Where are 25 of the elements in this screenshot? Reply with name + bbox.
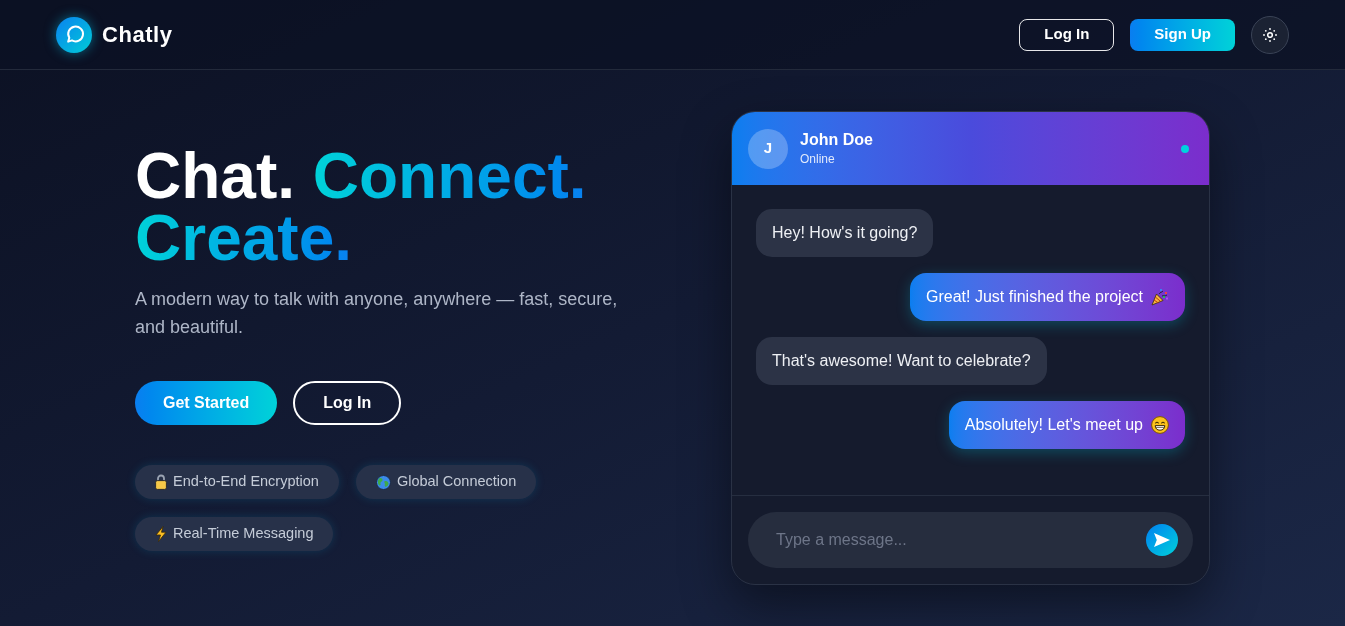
message-text: Hey! How's it going? [772, 223, 918, 243]
message-text: Absolutely! Let's meet up [964, 415, 1143, 435]
chat-bubble-icon [56, 16, 92, 53]
contact-status: Online [800, 150, 835, 168]
lightning-icon [155, 526, 167, 542]
feature-label: End-to-End Encryption [173, 472, 319, 492]
lock-icon [155, 474, 167, 490]
message-text: That's awesome! Want to celebrate? [772, 351, 1031, 371]
hero-subtitle: A modern way to talk with anyone, anywhere — fast, secure, and beautiful. [135, 288, 619, 339]
theme-toggle-button[interactable] [1251, 15, 1289, 54]
hero-headline: Chat. Connect. Create. [135, 145, 588, 269]
feature-label: Real-Time Messaging [173, 524, 314, 544]
grinning-face-icon [1151, 416, 1169, 434]
globe-icon [375, 474, 391, 490]
outline-button[interactable]: Log In [293, 381, 402, 425]
party-popper-icon [1151, 288, 1169, 306]
message-text: Great! Just finished the project [926, 287, 1143, 307]
avatar: J [748, 128, 788, 169]
brand-name: Chatly [102, 21, 173, 49]
outline-button[interactable]: Log In [1019, 18, 1115, 51]
sun-icon [1263, 27, 1277, 42]
feature-label: Global Connection [396, 472, 517, 492]
paper-plane-icon [1154, 533, 1170, 547]
message-input[interactable]: Type a message... [748, 512, 1193, 568]
contact-name: John Doe [800, 129, 873, 150]
